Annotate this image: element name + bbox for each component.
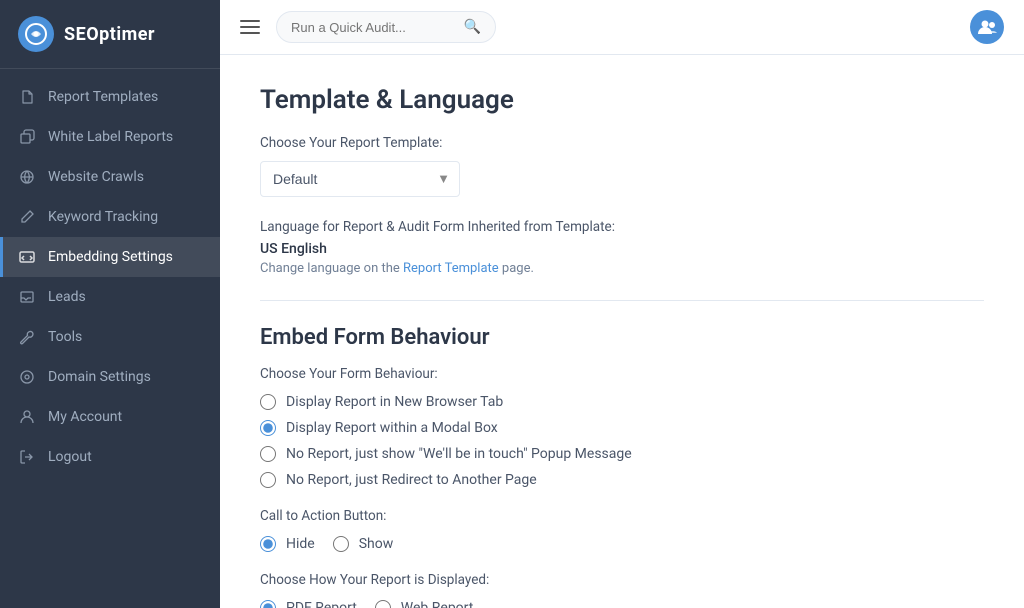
- embed-icon: [18, 248, 36, 266]
- radio-modal-box-input[interactable]: [260, 420, 276, 436]
- avatar[interactable]: [970, 10, 1004, 44]
- cta-show[interactable]: Show: [333, 536, 394, 552]
- page-title: Template & Language: [260, 85, 984, 115]
- web-report-label: Web Report: [401, 600, 474, 608]
- template-select-wrapper: Default Custom 1 Custom 2 ▼: [260, 161, 460, 197]
- file-icon: [18, 88, 36, 106]
- sidebar: SEOptimer Report Templates White Label R…: [0, 0, 220, 608]
- cta-radio-group: Hide Show: [260, 536, 984, 552]
- radio-redirect-label: No Report, just Redirect to Another Page: [286, 472, 537, 488]
- display-section: Choose How Your Report is Displayed: PDF…: [260, 572, 984, 608]
- cta-show-label: Show: [359, 536, 394, 552]
- pdf-report[interactable]: PDF Report: [260, 600, 357, 608]
- logo-text: SEOptimer: [64, 24, 155, 45]
- sidebar-item-tools[interactable]: Tools: [0, 317, 220, 357]
- sidebar-label-my-account: My Account: [48, 409, 122, 425]
- template-select[interactable]: Default Custom 1 Custom 2: [260, 161, 460, 197]
- language-section: Language for Report & Audit Form Inherit…: [260, 219, 984, 276]
- search-icon: 🔍: [464, 19, 481, 35]
- radio-new-tab-label: Display Report in New Browser Tab: [286, 394, 503, 410]
- sidebar-item-my-account[interactable]: My Account: [0, 397, 220, 437]
- radio-redirect-input[interactable]: [260, 472, 276, 488]
- pdf-report-label: PDF Report: [286, 600, 357, 608]
- edit-icon: [18, 208, 36, 226]
- cta-hide[interactable]: Hide: [260, 536, 315, 552]
- language-label: Language for Report & Audit Form Inherit…: [260, 219, 984, 235]
- radio-popup-label: No Report, just show "We'll be in touch"…: [286, 446, 632, 462]
- sidebar-label-domain-settings: Domain Settings: [48, 369, 151, 385]
- report-template-link[interactable]: Report Template: [403, 261, 499, 276]
- radio-new-tab-input[interactable]: [260, 394, 276, 410]
- sidebar-item-domain-settings[interactable]: Domain Settings: [0, 357, 220, 397]
- tools-icon: [18, 328, 36, 346]
- sidebar-label-embedding-settings: Embedding Settings: [48, 249, 173, 265]
- section2-title: Embed Form Behaviour: [260, 325, 984, 350]
- account-icon: [18, 408, 36, 426]
- content-area: Template & Language Choose Your Report T…: [220, 55, 1024, 608]
- sidebar-nav: Report Templates White Label Reports Web…: [0, 69, 220, 608]
- radio-modal-box[interactable]: Display Report within a Modal Box: [260, 420, 984, 436]
- sidebar-label-logout: Logout: [48, 449, 92, 465]
- cta-show-input[interactable]: [333, 536, 349, 552]
- sidebar-item-logout[interactable]: Logout: [0, 437, 220, 477]
- sidebar-item-report-templates[interactable]: Report Templates: [0, 77, 220, 117]
- cta-label: Call to Action Button:: [260, 508, 984, 524]
- sidebar-label-leads: Leads: [48, 289, 86, 305]
- display-radio-group: PDF Report Web Report: [260, 600, 984, 608]
- globe-icon: [18, 168, 36, 186]
- search-box[interactable]: 🔍: [276, 11, 496, 43]
- template-label: Choose Your Report Template:: [260, 135, 984, 151]
- radio-popup-message[interactable]: No Report, just show "We'll be in touch"…: [260, 446, 984, 462]
- sidebar-label-keyword-tracking: Keyword Tracking: [48, 209, 158, 225]
- logout-icon: [18, 448, 36, 466]
- cta-section: Call to Action Button: Hide Show: [260, 508, 984, 552]
- hamburger-button[interactable]: [240, 20, 260, 34]
- inbox-icon: [18, 288, 36, 306]
- tag-icon: [18, 128, 36, 146]
- sidebar-label-tools: Tools: [48, 329, 82, 345]
- form-behaviour-label: Choose Your Form Behaviour:: [260, 366, 984, 382]
- form-behaviour-group: Display Report in New Browser Tab Displa…: [260, 394, 984, 488]
- main-area: 🔍 Template & Language Choose Your Report…: [220, 0, 1024, 608]
- sidebar-item-leads[interactable]: Leads: [0, 277, 220, 317]
- radio-popup-input[interactable]: [260, 446, 276, 462]
- radio-modal-box-label: Display Report within a Modal Box: [286, 420, 498, 436]
- pdf-report-input[interactable]: [260, 600, 276, 608]
- sidebar-label-white-label-reports: White Label Reports: [48, 129, 173, 145]
- sidebar-item-white-label-reports[interactable]: White Label Reports: [0, 117, 220, 157]
- sidebar-item-website-crawls[interactable]: Website Crawls: [0, 157, 220, 197]
- domain-icon: [18, 368, 36, 386]
- section-divider: [260, 300, 984, 301]
- topbar-left: 🔍: [240, 11, 496, 43]
- sidebar-label-website-crawls: Website Crawls: [48, 169, 144, 185]
- topbar: 🔍: [220, 0, 1024, 55]
- cta-hide-input[interactable]: [260, 536, 276, 552]
- radio-redirect[interactable]: No Report, just Redirect to Another Page: [260, 472, 984, 488]
- cta-hide-label: Hide: [286, 536, 315, 552]
- search-input[interactable]: [291, 20, 456, 35]
- display-label: Choose How Your Report is Displayed:: [260, 572, 984, 588]
- web-report-input[interactable]: [375, 600, 391, 608]
- topbar-right: [970, 10, 1004, 44]
- language-value: US English: [260, 241, 984, 257]
- sidebar-item-keyword-tracking[interactable]: Keyword Tracking: [0, 197, 220, 237]
- radio-new-tab[interactable]: Display Report in New Browser Tab: [260, 394, 984, 410]
- language-hint: Change language on the Report Template p…: [260, 261, 984, 276]
- sidebar-label-report-templates: Report Templates: [48, 89, 158, 105]
- logo-icon: [18, 16, 54, 52]
- logo[interactable]: SEOptimer: [0, 0, 220, 69]
- sidebar-item-embedding-settings[interactable]: Embedding Settings: [0, 237, 220, 277]
- web-report[interactable]: Web Report: [375, 600, 474, 608]
